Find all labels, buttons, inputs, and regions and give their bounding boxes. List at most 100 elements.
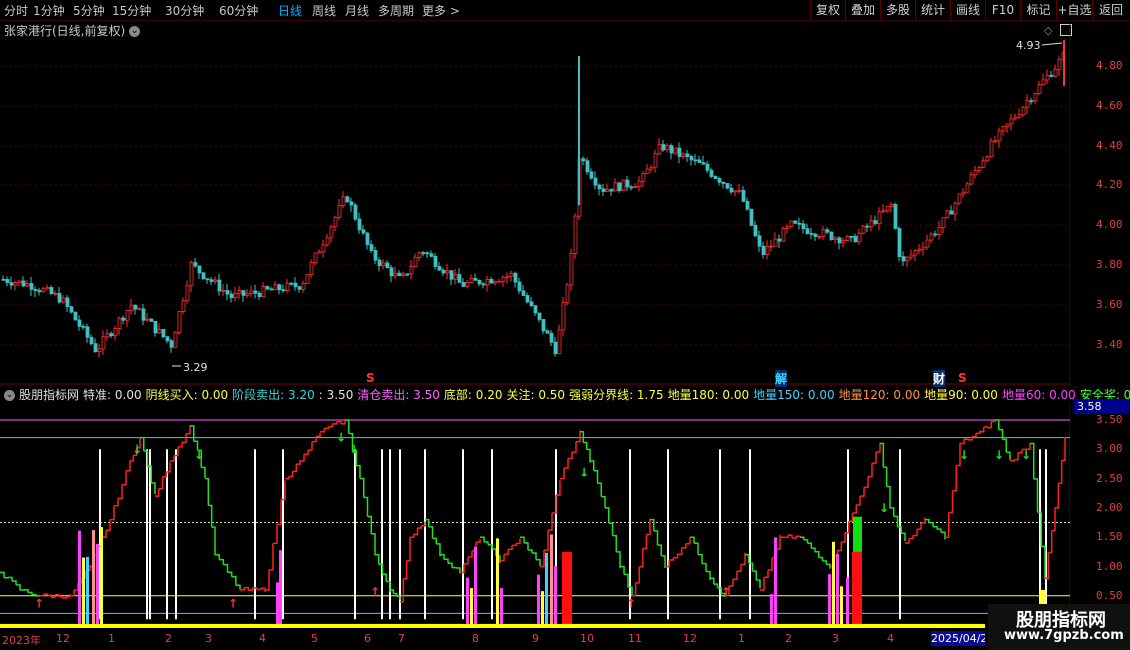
sell-arrow: ↓ xyxy=(879,501,889,515)
oscillator-segment xyxy=(800,536,805,540)
price-axis-label: 4.80 xyxy=(1096,59,1123,72)
oscillator-segment xyxy=(440,554,445,560)
toolbar-button-8[interactable]: 返回 xyxy=(1092,0,1129,20)
candle-body xyxy=(729,187,734,193)
price-axis-label: 3.60 xyxy=(1096,298,1123,311)
toolbar-button-6[interactable]: 标记 xyxy=(1020,0,1056,20)
oscillator-segment xyxy=(980,426,985,433)
oscillator-segment xyxy=(1061,437,1066,462)
high-label: 4.93 xyxy=(1016,39,1041,52)
toolbar-button-7[interactable]: +自选 xyxy=(1056,0,1092,20)
candle-body xyxy=(245,293,250,296)
date-label: 10 xyxy=(580,632,594,645)
oscillator-segment xyxy=(1051,507,1056,532)
toolbar-button-3[interactable]: 统计 xyxy=(915,0,950,20)
toolbar-button-5[interactable]: F10 xyxy=(985,0,1020,20)
settings-icon[interactable]: ⌄ xyxy=(4,390,15,401)
bottom-band xyxy=(0,623,985,628)
candle-body xyxy=(137,308,142,311)
price-axis-label: 4.20 xyxy=(1096,178,1123,191)
oscillator-segment xyxy=(815,551,820,558)
volume-bar xyxy=(92,530,95,626)
candle-body xyxy=(569,253,574,286)
period-tab-6[interactable]: 日线 xyxy=(278,2,302,19)
period-tab-1[interactable]: 1分钟 xyxy=(33,2,65,19)
period-tab-7[interactable]: 周线 xyxy=(312,2,336,19)
toolbar-button-4[interactable]: 画线 xyxy=(950,0,985,20)
oscillator-segment xyxy=(1014,452,1019,461)
oscillator-segment xyxy=(616,551,621,569)
oscillator-segment xyxy=(178,442,183,448)
toolbar-button-2[interactable]: 多股 xyxy=(880,0,915,20)
buy-arrow: ↑ xyxy=(626,597,636,611)
candle-body xyxy=(745,200,750,210)
candle-body xyxy=(409,266,414,275)
candle-body xyxy=(229,293,234,299)
candle-body xyxy=(721,181,726,184)
oscillator-segment xyxy=(74,582,79,591)
oscillator-segment xyxy=(504,549,509,556)
oscillator-segment xyxy=(292,464,297,473)
candle-body xyxy=(153,321,158,334)
period-tab-9[interactable]: 多周期 xyxy=(378,2,414,19)
period-tab-5[interactable]: 60分钟 xyxy=(219,2,258,19)
candle-body xyxy=(17,280,22,284)
period-tab-3[interactable]: 15分钟 xyxy=(112,2,151,19)
oscillator-segment xyxy=(12,580,17,585)
candle-body xyxy=(445,270,450,274)
oscillator-segment xyxy=(403,560,408,580)
oscillator-segment xyxy=(143,450,149,467)
volume-bar xyxy=(836,554,839,626)
period-tab-8[interactable]: 月线 xyxy=(345,2,369,19)
indicator-chart[interactable]: ↓ ↓↓↓↓↓↓ ↓ ↓↑ ↑↑↑↑ xyxy=(0,403,1070,628)
oscillator-segment xyxy=(544,530,549,551)
oscillator-segment xyxy=(856,496,861,506)
indicator-axis-label: 2.00 xyxy=(1096,501,1123,514)
oscillator-segment xyxy=(568,452,573,460)
candle-body xyxy=(361,229,366,234)
candle-body xyxy=(449,270,454,280)
candle-body xyxy=(949,210,954,215)
candle-body xyxy=(125,310,130,321)
candle-body xyxy=(761,245,766,255)
candle-body xyxy=(725,183,730,189)
oscillator-segment xyxy=(1058,460,1063,485)
oscillator-segment xyxy=(448,562,453,568)
oscillator-segment xyxy=(170,455,175,462)
date-label: 2 xyxy=(165,632,172,645)
period-tab-0[interactable]: 分时 xyxy=(4,2,28,19)
candle-body xyxy=(693,159,698,162)
period-tab-2[interactable]: 5分钟 xyxy=(73,2,105,19)
candle-body xyxy=(573,215,578,254)
candle-body xyxy=(861,225,866,234)
oscillator-segment xyxy=(524,542,529,551)
volume-bar xyxy=(470,588,473,626)
candle-body xyxy=(773,238,778,247)
oscillator-segment xyxy=(24,589,29,593)
candle-body xyxy=(473,278,478,281)
candlestick-chart[interactable]: 4.93 3.29 xyxy=(0,20,1070,385)
candle-body xyxy=(421,252,426,255)
cai-marker: 财 xyxy=(933,370,946,387)
candle-body xyxy=(281,289,286,292)
oscillator-segment xyxy=(28,591,33,595)
indicator-axis-label: 1.00 xyxy=(1096,560,1123,573)
legend-item-10: 地量120: 0.00 xyxy=(838,388,921,402)
candle-body xyxy=(309,262,314,276)
oscillator-segment xyxy=(583,441,588,450)
candle-body xyxy=(149,318,154,322)
candle-body xyxy=(441,269,446,274)
oscillator-segment xyxy=(893,515,899,527)
toolbar-button-0[interactable]: 复权 xyxy=(810,0,845,20)
candle-body xyxy=(921,246,926,250)
date-label: 4 xyxy=(887,632,894,645)
candle-body xyxy=(157,328,162,334)
buy-arrow: ↑ xyxy=(34,597,44,611)
period-tab-10[interactable]: 更多 > xyxy=(422,2,460,19)
toolbar-button-1[interactable]: 叠加 xyxy=(845,0,880,20)
oscillator-segment xyxy=(211,526,216,556)
date-label: 3 xyxy=(832,632,839,645)
date-label: 11 xyxy=(628,632,642,645)
candle-body xyxy=(801,223,806,230)
period-tab-4[interactable]: 30分钟 xyxy=(165,2,204,19)
